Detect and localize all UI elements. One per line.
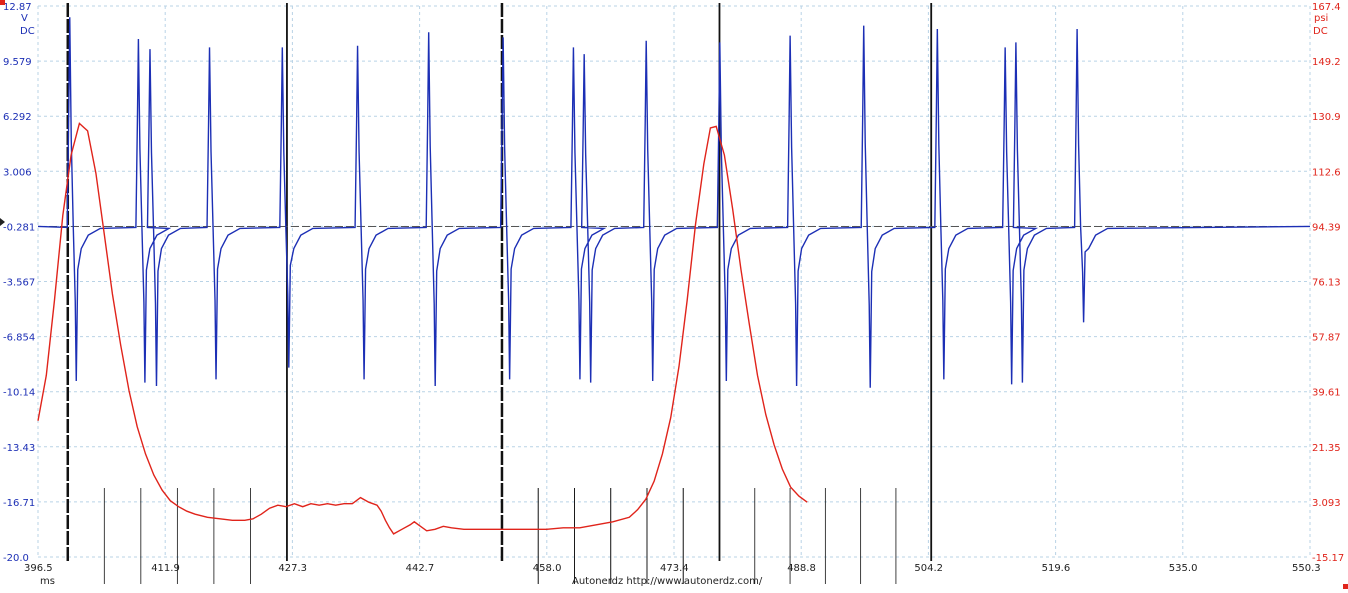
grid-lines <box>37 5 1311 558</box>
right-tick-label: 3.093 <box>1312 498 1341 509</box>
right-tick-label: 39.61 <box>1312 388 1341 399</box>
left-axis-unit-2: DC <box>20 26 35 37</box>
corner-marker-bottom-right <box>1343 584 1348 589</box>
x-tick-label: 488.8 <box>787 563 816 574</box>
x-tick-label: 473.4 <box>660 563 689 574</box>
chart-svg: 12.87 9.579 6.292 3.006 -0.281 -3.567 -6.854 -1… <box>0 0 1348 589</box>
left-tick-label: 6.292 <box>3 112 32 123</box>
left-tick-label: -0.281 <box>3 222 35 233</box>
left-tick-label: -6.854 <box>3 333 35 344</box>
right-tick-label: 21.35 <box>1312 443 1341 454</box>
x-tick-label: 442.7 <box>406 563 435 574</box>
x-tick-label: 458.0 <box>533 563 562 574</box>
footer-credit: Autonerdz http://www.autonerdz.com/ <box>572 576 763 587</box>
x-axis-unit: ms <box>40 576 55 587</box>
x-tick-label: 519.6 <box>1042 563 1071 574</box>
left-axis-unit-1: V <box>21 13 28 24</box>
left-tick-label: 9.579 <box>3 57 32 68</box>
oscilloscope-chart: 12.87 9.579 6.292 3.006 -0.281 -3.567 -6.854 -1… <box>0 0 1348 589</box>
left-tick-label: 12.87 <box>3 2 32 13</box>
x-tick-label: 550.3 <box>1292 563 1321 574</box>
corner-marker-top-left <box>0 0 5 5</box>
right-tick-label: 57.87 <box>1312 333 1341 344</box>
right-tick-label: 112.6 <box>1312 167 1341 178</box>
right-tick-label: 167.4 <box>1312 2 1341 13</box>
right-axis-unit-2: DC <box>1313 26 1328 37</box>
left-tick-label: -13.43 <box>3 443 35 454</box>
left-tick-label: -10.14 <box>3 388 35 399</box>
right-tick-label: 130.9 <box>1312 112 1341 123</box>
pressure-trace <box>37 122 808 535</box>
right-axis-unit-1: psi <box>1314 13 1328 24</box>
right-tick-label: 149.2 <box>1312 57 1341 68</box>
right-tick-label: 94.39 <box>1312 222 1341 233</box>
left-tick-label: 3.006 <box>3 167 32 178</box>
right-tick-label: 76.13 <box>1312 278 1341 289</box>
x-tick-label: 535.0 <box>1169 563 1198 574</box>
left-tick-label: -16.71 <box>3 498 35 509</box>
x-tick-label: 411.9 <box>151 563 180 574</box>
x-tick-label: 427.3 <box>278 563 307 574</box>
left-tick-label: -3.567 <box>3 278 35 289</box>
x-tick-label: 396.5 <box>24 563 53 574</box>
x-tick-label: 504.2 <box>914 563 943 574</box>
